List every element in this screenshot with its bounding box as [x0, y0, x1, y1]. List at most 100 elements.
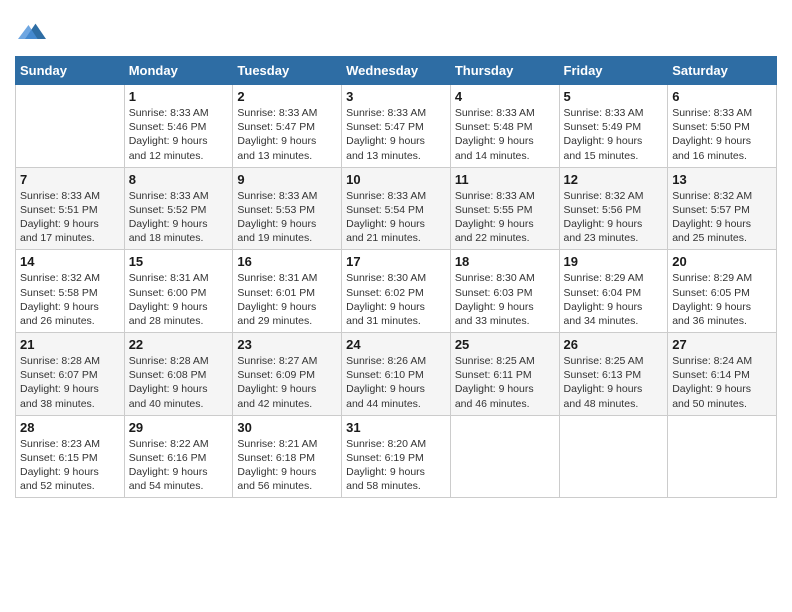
day-number: 15	[129, 254, 229, 269]
day-info: Sunrise: 8:28 AM Sunset: 6:08 PM Dayligh…	[129, 354, 229, 411]
day-number: 18	[455, 254, 555, 269]
day-info: Sunrise: 8:23 AM Sunset: 6:15 PM Dayligh…	[20, 437, 120, 494]
day-number: 11	[455, 172, 555, 187]
day-info: Sunrise: 8:29 AM Sunset: 6:05 PM Dayligh…	[672, 271, 772, 328]
day-cell: 19Sunrise: 8:29 AM Sunset: 6:04 PM Dayli…	[559, 250, 668, 333]
day-number: 9	[237, 172, 337, 187]
day-number: 17	[346, 254, 446, 269]
day-cell: 9 Sunrise: 8:33 AM Sunset: 5:53 PM Daylig…	[233, 167, 342, 250]
day-cell: 22Sunrise: 8:28 AM Sunset: 6:08 PM Dayli…	[124, 333, 233, 416]
day-cell: 12Sunrise: 8:32 AM Sunset: 5:56 PM Dayli…	[559, 167, 668, 250]
day-info: Sunrise: 8:31 AM Sunset: 6:01 PM Dayligh…	[237, 271, 337, 328]
day-cell	[668, 415, 777, 498]
day-info: Sunrise: 8:33 AM Sunset: 5:55 PM Dayligh…	[455, 189, 555, 246]
calendar-table: SundayMondayTuesdayWednesdayThursdayFrid…	[15, 56, 777, 498]
day-number: 26	[564, 337, 664, 352]
column-header-saturday: Saturday	[668, 57, 777, 85]
day-info: Sunrise: 8:33 AM Sunset: 5:51 PM Dayligh…	[20, 189, 120, 246]
day-info: Sunrise: 8:33 AM Sunset: 5:53 PM Dayligh…	[237, 189, 337, 246]
day-cell: 26 Sunrise: 8:25 AM Sunset: 6:13 PM Dayli…	[559, 333, 668, 416]
week-row-4: 21 Sunrise: 8:28 AM Sunset: 6:07 PM Dayli…	[16, 333, 777, 416]
day-number: 27	[672, 337, 772, 352]
day-cell: 7 Sunrise: 8:33 AM Sunset: 5:51 PM Daylig…	[16, 167, 125, 250]
day-info: Sunrise: 8:22 AM Sunset: 6:16 PM Dayligh…	[129, 437, 229, 494]
day-cell: 16 Sunrise: 8:31 AM Sunset: 6:01 PM Dayli…	[233, 250, 342, 333]
day-info: Sunrise: 8:32 AM Sunset: 5:58 PM Dayligh…	[20, 271, 120, 328]
day-number: 24	[346, 337, 446, 352]
day-number: 13	[672, 172, 772, 187]
week-row-5: 28 Sunrise: 8:23 AM Sunset: 6:15 PM Dayli…	[16, 415, 777, 498]
day-cell: 6 Sunrise: 8:33 AM Sunset: 5:50 PM Daylig…	[668, 85, 777, 168]
day-number: 6	[672, 89, 772, 104]
calendar-header-row: SundayMondayTuesdayWednesdayThursdayFrid…	[16, 57, 777, 85]
day-number: 28	[20, 420, 120, 435]
day-info: Sunrise: 8:32 AM Sunset: 5:57 PM Dayligh…	[672, 189, 772, 246]
page-header	[15, 15, 777, 46]
day-info: Sunrise: 8:33 AM Sunset: 5:47 PM Dayligh…	[237, 106, 337, 163]
calendar-body: 1Sunrise: 8:33 AM Sunset: 5:46 PM Daylig…	[16, 85, 777, 498]
day-info: Sunrise: 8:24 AM Sunset: 6:14 PM Dayligh…	[672, 354, 772, 411]
day-info: Sunrise: 8:21 AM Sunset: 6:18 PM Dayligh…	[237, 437, 337, 494]
column-header-sunday: Sunday	[16, 57, 125, 85]
column-header-monday: Monday	[124, 57, 233, 85]
day-cell: 1Sunrise: 8:33 AM Sunset: 5:46 PM Daylig…	[124, 85, 233, 168]
day-number: 25	[455, 337, 555, 352]
day-number: 1	[129, 89, 229, 104]
day-number: 8	[129, 172, 229, 187]
day-number: 7	[20, 172, 120, 187]
day-cell: 24 Sunrise: 8:26 AM Sunset: 6:10 PM Dayli…	[342, 333, 451, 416]
day-cell: 11 Sunrise: 8:33 AM Sunset: 5:55 PM Dayli…	[450, 167, 559, 250]
logo-icon	[18, 18, 46, 46]
day-number: 23	[237, 337, 337, 352]
day-info: Sunrise: 8:31 AM Sunset: 6:00 PM Dayligh…	[129, 271, 229, 328]
day-number: 29	[129, 420, 229, 435]
day-number: 20	[672, 254, 772, 269]
day-info: Sunrise: 8:33 AM Sunset: 5:47 PM Dayligh…	[346, 106, 446, 163]
day-info: Sunrise: 8:27 AM Sunset: 6:09 PM Dayligh…	[237, 354, 337, 411]
day-info: Sunrise: 8:33 AM Sunset: 5:50 PM Dayligh…	[672, 106, 772, 163]
week-row-3: 14 Sunrise: 8:32 AM Sunset: 5:58 PM Dayli…	[16, 250, 777, 333]
day-number: 16	[237, 254, 337, 269]
day-cell: 27 Sunrise: 8:24 AM Sunset: 6:14 PM Dayli…	[668, 333, 777, 416]
day-cell: 18 Sunrise: 8:30 AM Sunset: 6:03 PM Dayli…	[450, 250, 559, 333]
day-info: Sunrise: 8:25 AM Sunset: 6:13 PM Dayligh…	[564, 354, 664, 411]
day-cell: 31Sunrise: 8:20 AM Sunset: 6:19 PM Dayli…	[342, 415, 451, 498]
day-number: 3	[346, 89, 446, 104]
day-info: Sunrise: 8:33 AM Sunset: 5:52 PM Dayligh…	[129, 189, 229, 246]
day-cell: 8 Sunrise: 8:33 AM Sunset: 5:52 PM Daylig…	[124, 167, 233, 250]
day-cell: 25 Sunrise: 8:25 AM Sunset: 6:11 PM Dayli…	[450, 333, 559, 416]
day-number: 21	[20, 337, 120, 352]
day-cell: 10Sunrise: 8:33 AM Sunset: 5:54 PM Dayli…	[342, 167, 451, 250]
day-info: Sunrise: 8:26 AM Sunset: 6:10 PM Dayligh…	[346, 354, 446, 411]
day-cell: 13 Sunrise: 8:32 AM Sunset: 5:57 PM Dayli…	[668, 167, 777, 250]
day-cell	[16, 85, 125, 168]
column-header-friday: Friday	[559, 57, 668, 85]
day-number: 14	[20, 254, 120, 269]
day-cell: 2 Sunrise: 8:33 AM Sunset: 5:47 PM Daylig…	[233, 85, 342, 168]
day-info: Sunrise: 8:30 AM Sunset: 6:02 PM Dayligh…	[346, 271, 446, 328]
day-cell	[450, 415, 559, 498]
day-number: 30	[237, 420, 337, 435]
day-cell: 3 Sunrise: 8:33 AM Sunset: 5:47 PM Daylig…	[342, 85, 451, 168]
day-info: Sunrise: 8:25 AM Sunset: 6:11 PM Dayligh…	[455, 354, 555, 411]
column-header-tuesday: Tuesday	[233, 57, 342, 85]
day-info: Sunrise: 8:28 AM Sunset: 6:07 PM Dayligh…	[20, 354, 120, 411]
week-row-2: 7 Sunrise: 8:33 AM Sunset: 5:51 PM Daylig…	[16, 167, 777, 250]
day-number: 19	[564, 254, 664, 269]
day-cell: 21 Sunrise: 8:28 AM Sunset: 6:07 PM Dayli…	[16, 333, 125, 416]
day-cell: 15 Sunrise: 8:31 AM Sunset: 6:00 PM Dayli…	[124, 250, 233, 333]
day-number: 2	[237, 89, 337, 104]
day-cell: 28 Sunrise: 8:23 AM Sunset: 6:15 PM Dayli…	[16, 415, 125, 498]
column-header-wednesday: Wednesday	[342, 57, 451, 85]
day-number: 4	[455, 89, 555, 104]
column-header-thursday: Thursday	[450, 57, 559, 85]
day-info: Sunrise: 8:30 AM Sunset: 6:03 PM Dayligh…	[455, 271, 555, 328]
day-info: Sunrise: 8:33 AM Sunset: 5:48 PM Dayligh…	[455, 106, 555, 163]
day-info: Sunrise: 8:20 AM Sunset: 6:19 PM Dayligh…	[346, 437, 446, 494]
day-cell: 29 Sunrise: 8:22 AM Sunset: 6:16 PM Dayli…	[124, 415, 233, 498]
day-cell: 23 Sunrise: 8:27 AM Sunset: 6:09 PM Dayli…	[233, 333, 342, 416]
day-cell: 14 Sunrise: 8:32 AM Sunset: 5:58 PM Dayli…	[16, 250, 125, 333]
day-cell: 30 Sunrise: 8:21 AM Sunset: 6:18 PM Dayli…	[233, 415, 342, 498]
day-info: Sunrise: 8:33 AM Sunset: 5:49 PM Dayligh…	[564, 106, 664, 163]
day-cell: 17 Sunrise: 8:30 AM Sunset: 6:02 PM Dayli…	[342, 250, 451, 333]
